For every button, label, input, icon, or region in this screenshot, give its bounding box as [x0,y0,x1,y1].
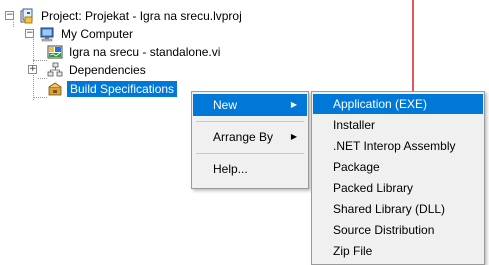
tree-item-my-computer[interactable]: − My Computer [25,25,325,43]
collapse-icon[interactable]: − [25,29,34,38]
submenu-item-installer[interactable]: Installer [313,115,483,135]
menu-separator [196,121,304,122]
menu-item-label: New [213,98,238,112]
submenu-item-shared-library-dll[interactable]: Shared Library (DLL) [313,199,483,219]
context-menu: New ▶ Arrange By ▶ Help... [191,91,309,189]
menu-item-label: Packed Library [333,181,414,195]
tree-item-label: Build Specifications [67,81,178,97]
menu-item-help[interactable]: Help... [193,158,307,180]
menu-item-new[interactable]: New ▶ [193,94,307,116]
menu-item-label: Arrange By [213,130,274,144]
vi-file-icon [47,45,63,59]
tree-item-label: Project: Projekat - Igra na srecu.lvproj [41,9,242,23]
project-icon [20,8,33,24]
menu-item-label: Help... [213,162,248,176]
collapse-icon[interactable]: − [5,11,14,20]
menu-item-label: Package [333,160,380,174]
chevron-right-icon: ▶ [290,132,297,141]
menu-item-label: Zip File [333,244,373,258]
tree-item-vi[interactable]: Igra na srecu - standalone.vi [47,43,347,61]
tree-item-label: Igra na srecu - standalone.vi [69,45,221,59]
new-submenu: Application (EXE) Installer .NET Interop… [311,91,485,265]
menu-item-label: .NET Interop Assembly [333,139,456,153]
submenu-item-package[interactable]: Package [313,157,483,177]
tree-item-project[interactable]: − Project: Projekat - Igra na srecu.lvpr… [5,7,405,25]
submenu-item-application-exe[interactable]: Application (EXE) [313,94,483,114]
dependencies-icon [47,62,63,77]
chevron-right-icon: ▶ [290,100,297,109]
tree-item-label: Dependencies [69,63,146,77]
tree-connector [33,97,47,98]
menu-item-label: Application (EXE) [333,97,428,111]
menu-item-label: Shared Library (DLL) [333,202,446,216]
menu-separator [196,153,304,154]
build-specifications-icon [48,82,62,96]
menu-item-label: Installer [333,118,376,132]
menu-item-arrange-by[interactable]: Arrange By ▶ [193,126,307,148]
submenu-item-packed-library[interactable]: Packed Library [313,178,483,198]
computer-icon [40,27,54,42]
expand-icon[interactable]: + [28,65,37,74]
submenu-item-source-distribution[interactable]: Source Distribution [313,220,483,240]
submenu-item-zip-file[interactable]: Zip File [313,241,483,261]
submenu-item-net-interop-assembly[interactable]: .NET Interop Assembly [313,136,483,156]
tree-item-dependencies[interactable]: + Dependencies [28,61,328,79]
labview-project-explorer: − Project: Projekat - Igra na srecu.lvpr… [0,0,489,265]
tree-item-label: My Computer [61,27,134,41]
menu-item-label: Source Distribution [333,223,435,237]
